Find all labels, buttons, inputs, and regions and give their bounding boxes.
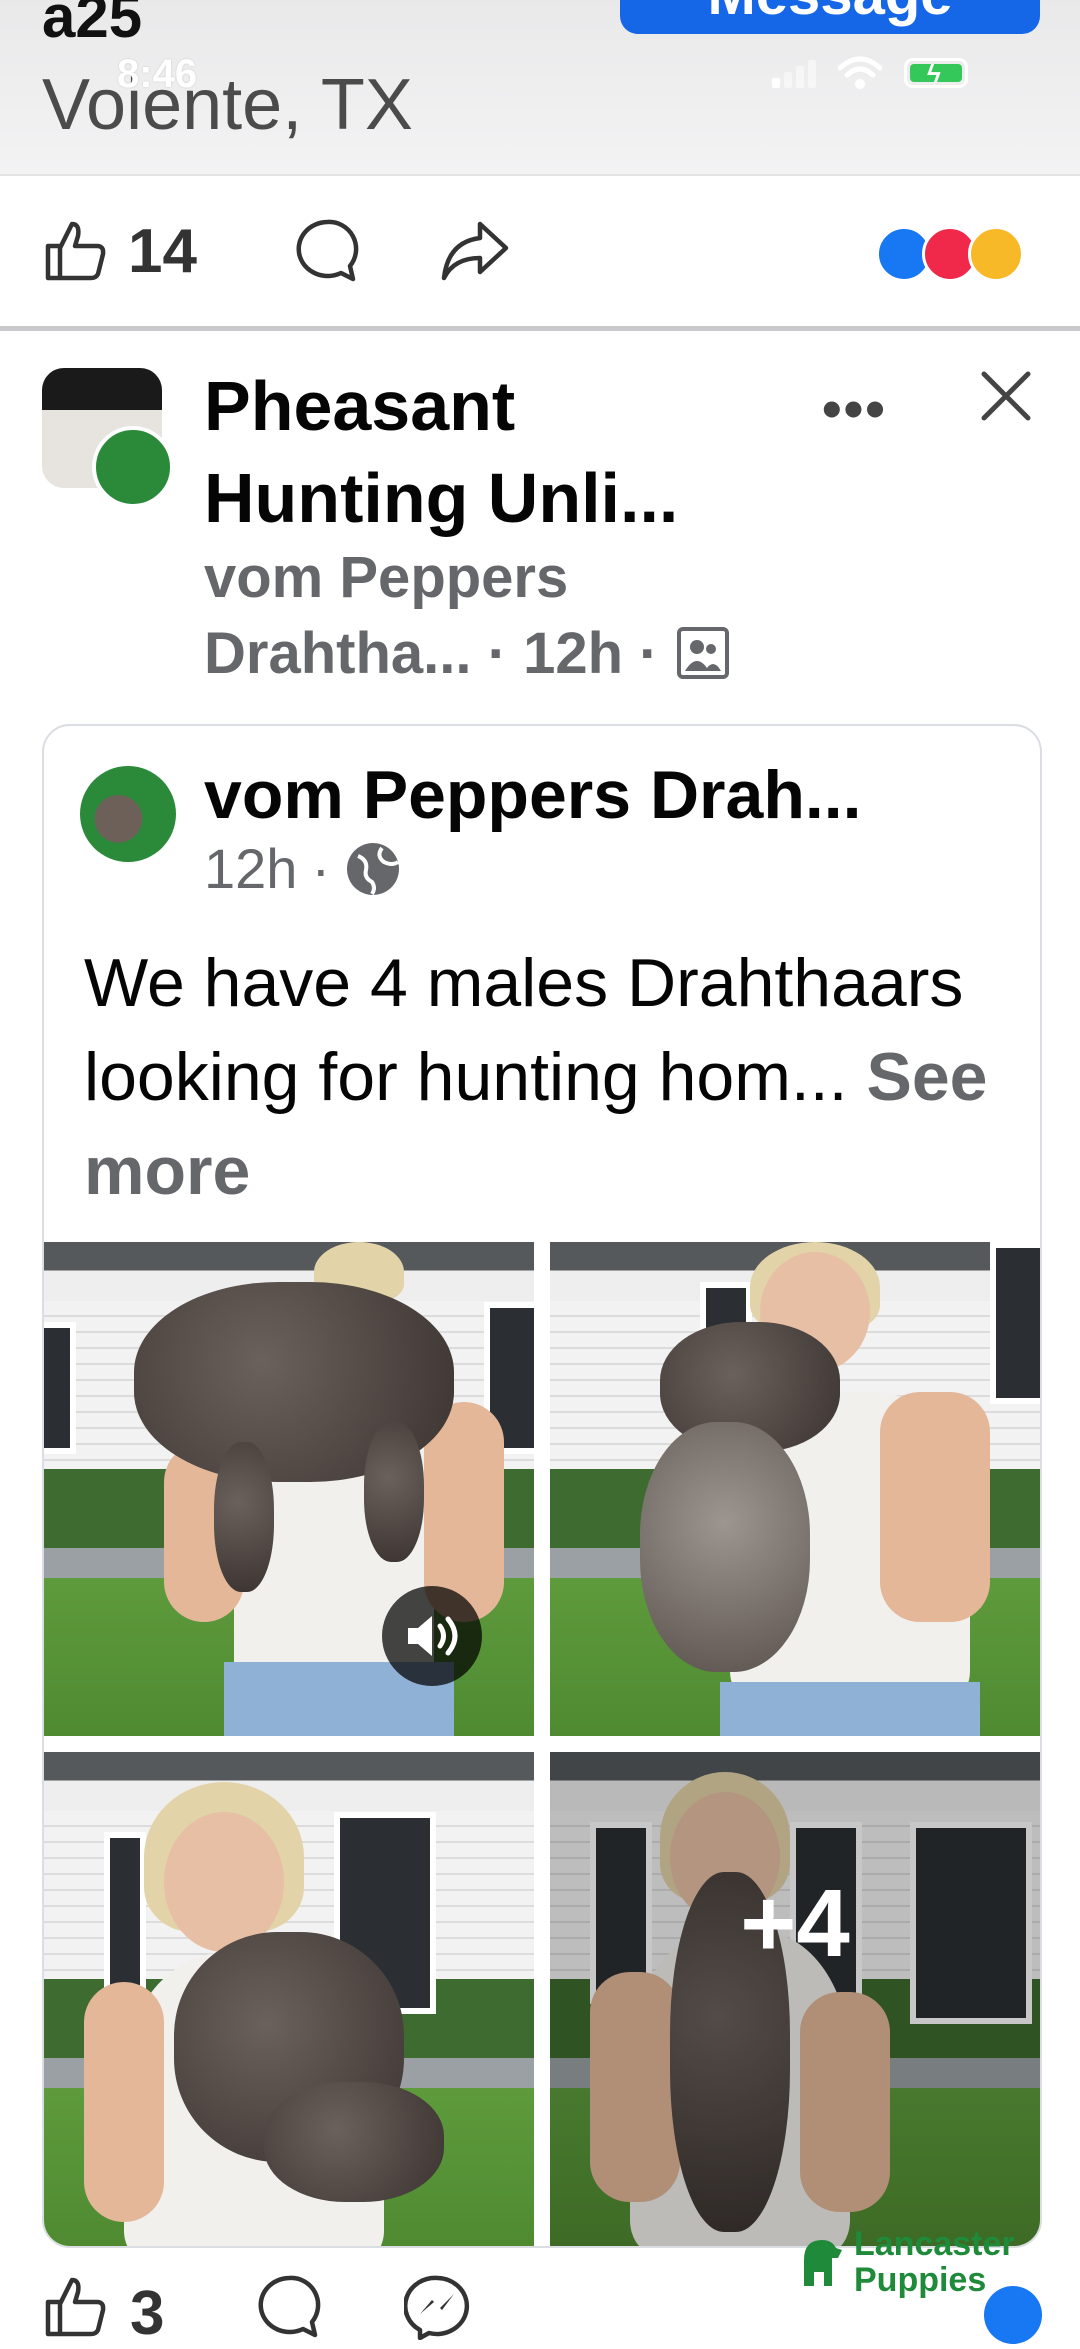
shared-post-meta: 12h · bbox=[204, 836, 402, 901]
like-count: 14 bbox=[128, 216, 197, 286]
post-text: We have 4 males Drahthaars looking for h… bbox=[84, 936, 1024, 1218]
messenger-icon[interactable] bbox=[404, 2274, 472, 2340]
shared-post-card[interactable]: vom Peppers Drah... 12h · We have 4 male… bbox=[42, 724, 1042, 2248]
watermark-line-1: Lancaster bbox=[854, 2225, 1015, 2263]
status-time: 8:46 bbox=[117, 52, 198, 96]
more-photos-overlay[interactable]: +4 bbox=[550, 1752, 1040, 2246]
globe-icon bbox=[347, 842, 400, 895]
status-icons: ϟ bbox=[772, 56, 968, 90]
previous-post-actions: 14 bbox=[0, 174, 1080, 331]
post-time: 12h bbox=[523, 621, 624, 686]
share-icon bbox=[441, 221, 509, 281]
like-count: 3 bbox=[130, 2279, 165, 2348]
comment-icon bbox=[296, 219, 359, 282]
like-button[interactable]: 14 bbox=[42, 216, 197, 286]
post-actions: 3 bbox=[0, 2270, 1080, 2348]
group-members-icon bbox=[676, 627, 729, 679]
sharer-avatar[interactable] bbox=[92, 426, 174, 508]
photo-thumbnail[interactable] bbox=[44, 1752, 534, 2246]
post-meta: vom Peppers Drahtha... · 12h · bbox=[204, 540, 844, 692]
more-options-button[interactable]: ••• bbox=[822, 376, 887, 441]
speaker-icon bbox=[408, 1616, 458, 1656]
previous-post-location: Voiente, TX bbox=[42, 65, 413, 145]
previous-post-header: a25 Voiente, TX Message 8:46 ϟ bbox=[0, 0, 1080, 174]
previous-post-author[interactable]: a25 bbox=[42, 0, 142, 51]
cellular-signal-icon bbox=[772, 58, 816, 88]
shared-post-time: 12h bbox=[204, 837, 298, 900]
thumbs-up-icon[interactable] bbox=[42, 2274, 108, 2340]
post-body: We have 4 males Drahthaars looking for h… bbox=[84, 945, 964, 1115]
thumbs-up-icon bbox=[45, 221, 106, 281]
close-icon[interactable] bbox=[976, 366, 1036, 426]
page-name[interactable]: vom Peppers Drah... bbox=[204, 756, 862, 834]
like-reaction-icon bbox=[984, 2286, 1042, 2344]
page-avatar[interactable] bbox=[80, 766, 176, 862]
more-photos-thumbnail[interactable]: +4 bbox=[550, 1752, 1040, 2246]
message-button[interactable]: Message bbox=[620, 0, 1040, 34]
photo-thumbnail[interactable] bbox=[550, 1242, 1040, 1736]
share-button[interactable] bbox=[440, 216, 510, 286]
wifi-icon bbox=[838, 56, 882, 89]
group-name[interactable]: Pheasant Hunting Unli... bbox=[204, 360, 764, 544]
battery-icon: ϟ bbox=[904, 58, 968, 89]
video-thumbnail[interactable] bbox=[44, 1242, 534, 1736]
suggested-post-header: Pheasant Hunting Unli... vom Peppers Dra… bbox=[0, 330, 1080, 710]
comment-icon[interactable] bbox=[256, 2274, 322, 2340]
reaction-summary[interactable] bbox=[876, 226, 1046, 286]
care-reaction-icon bbox=[968, 226, 1024, 282]
more-photos-count: +4 bbox=[740, 1870, 850, 1977]
photo-grid: +4 bbox=[44, 1242, 1040, 2246]
sound-toggle-button[interactable] bbox=[382, 1586, 482, 1686]
comment-button[interactable] bbox=[294, 216, 360, 286]
